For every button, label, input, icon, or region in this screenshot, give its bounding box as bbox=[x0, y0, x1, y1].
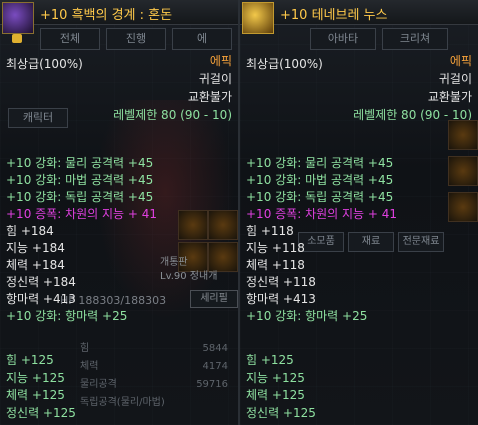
bg-stat-label: 힘 bbox=[80, 343, 90, 354]
bg-stat-label: 물리공격 bbox=[80, 379, 117, 390]
earring-item-icon[interactable] bbox=[2, 2, 34, 34]
stat-line: 힘 +118 bbox=[246, 224, 294, 238]
item-title: +10 테네브레 누스 bbox=[280, 8, 388, 23]
stat-line: +10 강화: 항마력 +25 bbox=[246, 309, 368, 323]
stat-line: 항마력 +413 bbox=[246, 292, 316, 306]
inventory-slot[interactable] bbox=[448, 192, 478, 222]
item-rarity: 에픽 bbox=[449, 54, 472, 68]
bonus-stat-line: 지능 +125 bbox=[246, 370, 305, 385]
stat-line: 지능 +118 bbox=[246, 241, 305, 255]
inventory-tabs: 전체 진행 에 bbox=[40, 28, 232, 50]
item-title: +10 흑백의 경계 : 혼돈 bbox=[40, 8, 173, 23]
stat-line: 정신력 +118 bbox=[246, 275, 316, 289]
bonus-stat-line: 체력 +125 bbox=[6, 388, 65, 402]
stat-line: +10 증폭: 차원의 지능 + 41 bbox=[6, 207, 158, 221]
trade-status: 교환불가 bbox=[187, 90, 232, 104]
tab-epic[interactable]: 에 bbox=[172, 28, 232, 50]
character-label: 개통판 bbox=[160, 257, 188, 268]
bg-stat-value: 59716 bbox=[196, 379, 228, 390]
item-stat-list: +10 강화: 물리 공격력 +45 +10 강화: 마법 공격력 +45 +1… bbox=[246, 155, 397, 325]
level-requirement: 레벨제한 80 (90 - 10) bbox=[113, 108, 232, 122]
stat-line: +10 강화: 마법 공격력 +45 bbox=[6, 173, 154, 187]
stat-line: 체력 +118 bbox=[246, 258, 305, 272]
bonus-stat-list: 힘 +125 지능 +125 체력 +125 정신력 +125 bbox=[6, 352, 76, 422]
tab-creature[interactable]: 크리쳐 bbox=[382, 28, 448, 50]
bg-stat-labels: 힘 체력 물리공격 독립공격(물리/마법) bbox=[80, 340, 165, 412]
bonus-stat-line: 정신력 +125 bbox=[6, 405, 76, 420]
stat-line: +10 강화: 물리 공격력 +45 bbox=[246, 156, 394, 170]
stat-line: +10 강화: 마법 공격력 +45 bbox=[246, 173, 394, 187]
stat-line: 지능 +184 bbox=[6, 241, 65, 255]
seripil-button[interactable]: 세리필 bbox=[190, 290, 238, 308]
stat-line: +10 강화: 독립 공격력 +45 bbox=[6, 190, 154, 204]
item-category: 귀걸이 bbox=[198, 72, 232, 86]
character-button[interactable]: 캐릭터 bbox=[8, 108, 68, 128]
equip-slot[interactable] bbox=[208, 210, 238, 240]
tab-progress[interactable]: 진행 bbox=[106, 28, 166, 50]
tab-special-materials[interactable]: 전문재료 bbox=[398, 232, 444, 252]
item-rarity: 에픽 bbox=[209, 54, 232, 68]
bonus-stat-line: 체력 +125 bbox=[246, 388, 305, 402]
earring-item-icon[interactable] bbox=[242, 2, 274, 34]
equip-slot[interactable] bbox=[178, 210, 208, 240]
stat-line: +10 증폭: 차원의 지능 + 41 bbox=[246, 207, 398, 221]
trade-status: 교환불가 bbox=[427, 90, 472, 104]
tab-all[interactable]: 전체 bbox=[40, 28, 100, 50]
item-stat-list: +10 강화: 물리 공격력 +45 +10 강화: 마법 공격력 +45 +1… bbox=[6, 155, 157, 325]
inventory-tabs: 아바타 크리쳐 bbox=[310, 28, 448, 50]
stat-line: +10 강화: 독립 공격력 +45 bbox=[246, 190, 394, 204]
tab-avatar[interactable]: 아바타 bbox=[310, 28, 376, 50]
item-grade: 최상급(100%) bbox=[6, 57, 83, 71]
bonus-stat-line: 힘 +125 bbox=[6, 353, 54, 367]
bg-stat-value: 5844 bbox=[202, 343, 228, 354]
inventory-slot[interactable] bbox=[448, 120, 478, 150]
bonus-stat-list: 힘 +125 지능 +125 체력 +125 정신력 +125 bbox=[246, 352, 316, 422]
bonus-stat-line: 힘 +125 bbox=[246, 353, 294, 367]
bg-stat-values: 5844 4174 59716 bbox=[168, 340, 228, 394]
inventory-slot[interactable] bbox=[448, 156, 478, 186]
item-tooltip-left: +10 흑백의 경계 : 혼돈 전체 진행 에 최상급(100%) 에픽 귀걸이… bbox=[0, 0, 240, 425]
stat-line: 체력 +184 bbox=[6, 258, 65, 272]
bg-stat-label: 체력 bbox=[80, 361, 99, 372]
item-grade: 최상급(100%) bbox=[246, 57, 323, 71]
bonus-stat-line: 지능 +125 bbox=[6, 370, 65, 385]
character-nameplate: 개통판 Lv.90 정내개 bbox=[160, 256, 217, 284]
item-category: 귀걸이 bbox=[438, 72, 472, 86]
stat-line: 항마력 +413 bbox=[6, 292, 76, 306]
stat-line: 힘 +184 bbox=[6, 224, 54, 238]
stat-line: +10 강화: 물리 공격력 +45 bbox=[6, 156, 154, 170]
bg-stat-value: 4174 bbox=[202, 361, 228, 372]
inventory-slots bbox=[448, 120, 478, 222]
stat-line: 정신력 +184 bbox=[6, 275, 76, 289]
character-level: Lv.90 정내개 bbox=[160, 271, 218, 282]
bg-stat-label: 독립공격(물리/마법) bbox=[80, 397, 165, 408]
lock-icon bbox=[12, 34, 22, 43]
bonus-stat-line: 정신력 +125 bbox=[246, 405, 316, 420]
stat-line: +10 강화: 항마력 +25 bbox=[6, 309, 128, 323]
item-tooltip-right: +10 테네브레 누스 아바타 크리쳐 최상급(100%) 에픽 귀걸이 교환불… bbox=[240, 0, 478, 425]
